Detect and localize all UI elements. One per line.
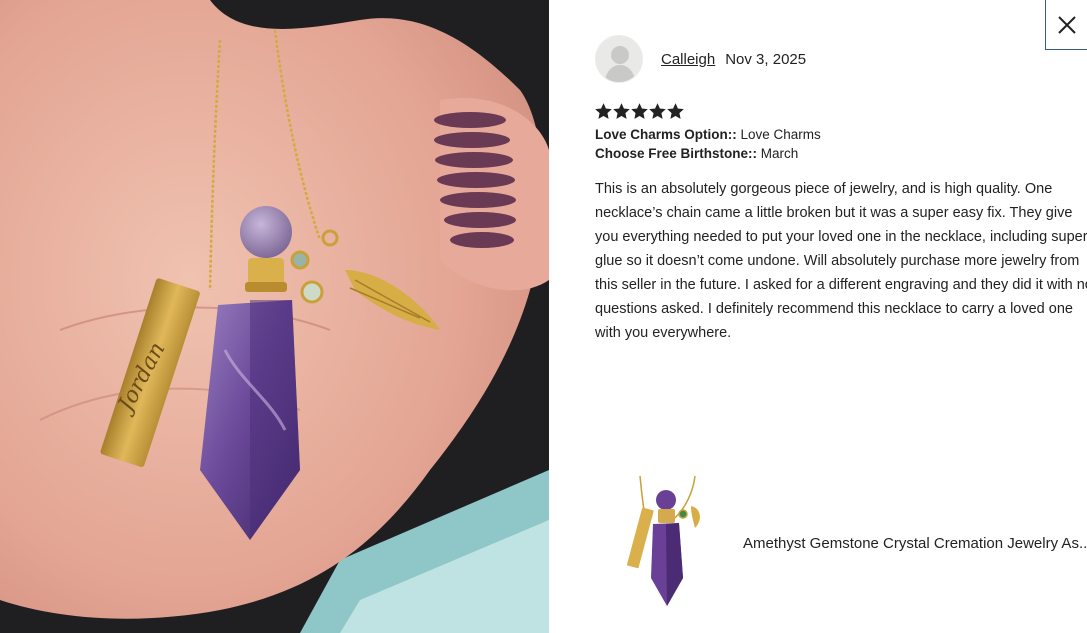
option-row: Choose Free Birthstone:: March xyxy=(595,144,821,163)
star-icon xyxy=(631,103,648,119)
user-silhouette-icon xyxy=(596,36,642,82)
star-icon xyxy=(613,103,630,119)
review-date: Nov 3, 2025 xyxy=(725,50,807,68)
close-icon xyxy=(1057,15,1076,34)
review-photo: Jordan xyxy=(0,0,549,633)
option-value: March xyxy=(757,146,799,161)
option-label: Choose Free Birthstone:: xyxy=(595,146,758,161)
necklace-photo-illustration: Jordan xyxy=(0,0,549,633)
product-title-link[interactable]: Amethyst Gemstone Crystal Cremation Jewe… xyxy=(743,535,1087,552)
option-label: Love Charms Option:: xyxy=(595,127,737,142)
option-value: Love Charms xyxy=(736,127,821,142)
option-row: Love Charms Option:: Love Charms xyxy=(595,125,821,144)
avatar xyxy=(595,35,643,83)
star-icon xyxy=(667,103,684,119)
reviewer-info: Calleigh Nov 3, 2025 xyxy=(595,35,806,83)
close-button[interactable] xyxy=(1045,0,1087,50)
star-icon xyxy=(595,103,612,119)
reviewer-name-link[interactable]: Calleigh xyxy=(661,51,715,68)
product-thumbnail[interactable] xyxy=(595,468,715,613)
product-card[interactable]: Amethyst Gemstone Crystal Cremation Jewe… xyxy=(595,468,1087,613)
star-rating xyxy=(595,103,684,120)
review-options: Love Charms Option:: Love Charms Choose … xyxy=(595,125,821,163)
review-panel: Calleigh Nov 3, 2025 Love Charms Option:… xyxy=(549,0,1087,633)
review-text: This is an absolutely gorgeous piece of … xyxy=(595,181,1087,341)
star-icon xyxy=(649,103,666,119)
